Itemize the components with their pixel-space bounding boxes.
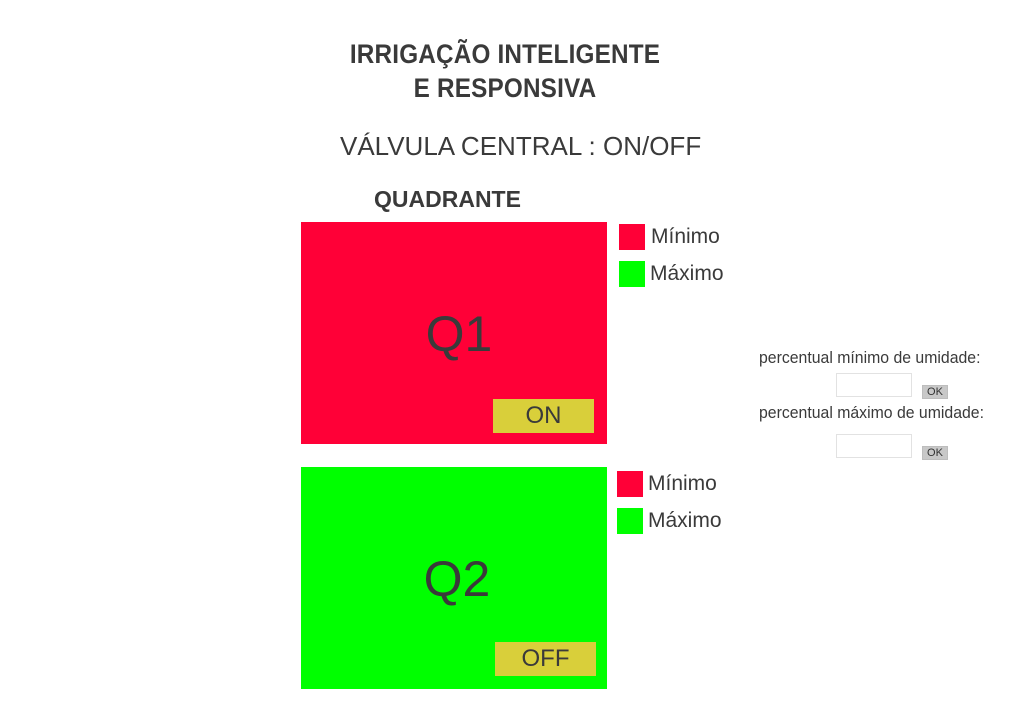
maximum-color-swatch (617, 507, 643, 534)
legend-item-maximum: Máximo (619, 260, 724, 287)
min-humidity-input[interactable] (836, 373, 912, 397)
legend-item-minimum: Mínimo (617, 470, 722, 497)
minimum-color-swatch (617, 470, 643, 497)
legend-label-maximum: Máximo (650, 261, 724, 285)
quadrant-heading: QUADRANTE (374, 186, 521, 212)
max-humidity-input[interactable] (836, 434, 912, 458)
quadrant-q2-label: Q2 (423, 551, 491, 607)
quadrant-q2-legend: Mínimo Máximo (617, 470, 722, 534)
legend-item-minimum: Mínimo (619, 223, 724, 250)
app-title-line-1: IRRIGAÇÃO INTELIGENTE (349, 39, 661, 69)
quadrant-q1-state-button[interactable]: ON (493, 399, 594, 433)
app-title-line-2: E RESPONSIVA (413, 73, 597, 103)
minimum-color-swatch (619, 223, 645, 250)
max-humidity-ok-button[interactable]: OK (922, 446, 948, 460)
min-humidity-label: percentual mínimo de umidade: (759, 348, 981, 367)
legend-label-minimum: Mínimo (648, 471, 717, 495)
quadrant-q1-panel: Q1 ON (301, 222, 607, 444)
quadrant-q2-state-button[interactable]: OFF (495, 642, 596, 676)
quadrant-q1-legend: Mínimo Máximo (619, 223, 724, 287)
min-humidity-ok-button[interactable]: OK (922, 385, 948, 399)
max-humidity-label: percentual máximo de umidade: (759, 403, 984, 422)
legend-label-maximum: Máximo (648, 508, 722, 532)
quadrant-q2-panel: Q2 OFF (301, 467, 607, 689)
legend-item-maximum: Máximo (617, 507, 722, 534)
maximum-color-swatch (619, 260, 645, 287)
legend-label-minimum: Mínimo (651, 224, 720, 248)
central-valve-status: VÁLVULA CENTRAL : ON/OFF (340, 131, 702, 161)
quadrant-q1-label: Q1 (425, 306, 493, 362)
